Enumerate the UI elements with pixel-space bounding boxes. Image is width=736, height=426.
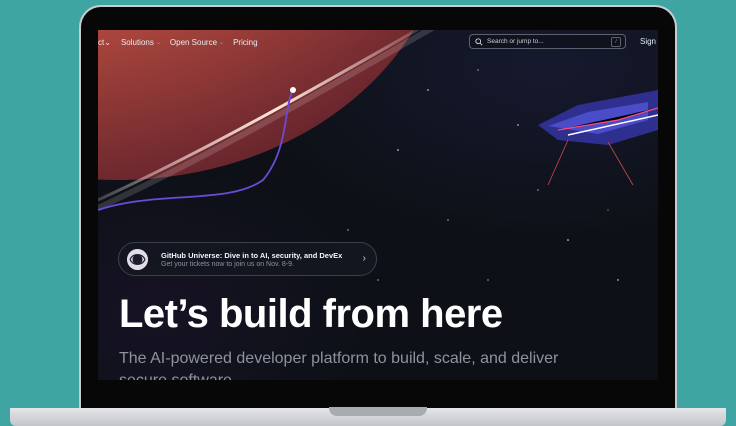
banner-title: GitHub Universe: Dive in to AI, security… (161, 251, 343, 260)
search-icon (475, 37, 483, 46)
hero-title: Let’s build from here (119, 292, 503, 336)
universe-banner[interactable]: GitHub Universe: Dive in to AI, security… (118, 242, 377, 276)
nav-item-label: Open Source (169, 37, 218, 47)
banner-subtitle: Get your tickets now to join us on Nov. … (161, 261, 294, 268)
nav-item-solutions[interactable]: Solutions ⌄ (121, 38, 161, 47)
orbit-dot (290, 87, 296, 93)
laptop-notch (329, 407, 427, 416)
stars (347, 69, 619, 281)
search-placeholder: Search or jump to... (487, 38, 544, 45)
universe-logo-icon (127, 249, 148, 270)
chevron-down-icon: ⌄ (104, 37, 111, 47)
nav-item-label: Pricing (233, 37, 258, 47)
nav-item-label: Solutions (120, 37, 154, 47)
chevron-right-icon: › (362, 253, 366, 264)
top-nav: ct ⌄ Solutions ⌄ Open Source ⌄ Pricing S… (98, 30, 658, 54)
nav-item-product[interactable]: ct ⌄ (98, 38, 111, 47)
drone (538, 90, 658, 186)
signin-link[interactable]: Sign (640, 37, 656, 46)
nav-item-pricing[interactable]: Pricing (233, 38, 257, 47)
browser-viewport: ct ⌄ Solutions ⌄ Open Source ⌄ Pricing S… (98, 30, 658, 380)
chevron-down-icon: ⌄ (219, 39, 225, 46)
nav-item-open-source[interactable]: Open Source ⌄ (170, 38, 224, 47)
chevron-down-icon: ⌄ (155, 39, 161, 46)
search-shortcut-key: / (611, 37, 621, 47)
search-input[interactable]: Search or jump to... / (469, 34, 626, 49)
hero-subtitle: The AI-powered developer platform to bui… (119, 350, 559, 380)
